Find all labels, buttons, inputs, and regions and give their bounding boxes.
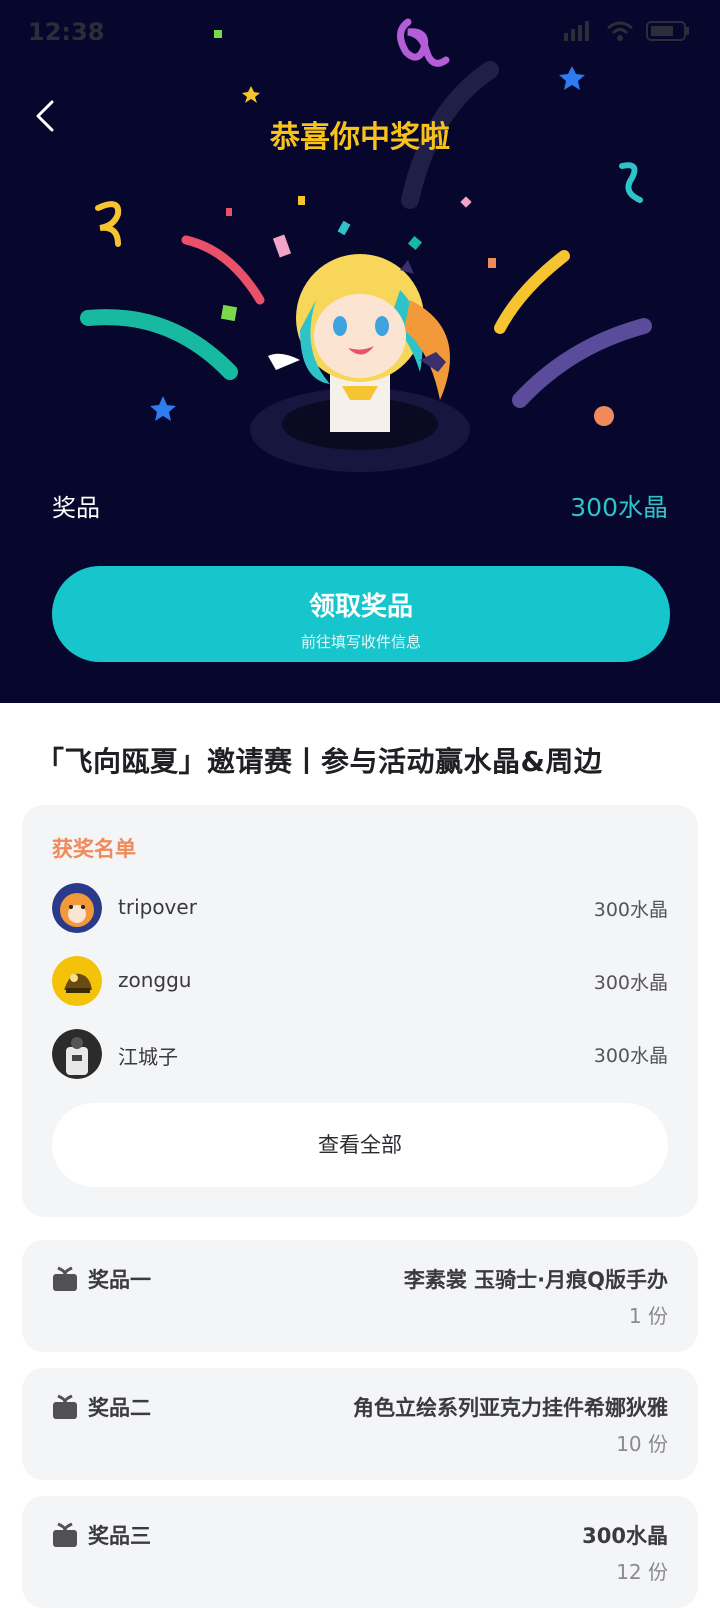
- claim-button-label: 领取奖品: [308, 592, 413, 622]
- winner-name: 江城子: [118, 1045, 178, 1069]
- winners-heading: 获奖名单: [52, 837, 136, 861]
- winner-row[interactable]: 江城子 300水晶: [52, 1029, 668, 1081]
- prize-item-card: 奖品一 李素裳 玉骑士·月痕Q版手办 1 份: [22, 1240, 698, 1352]
- gift-icon: [53, 1522, 77, 1547]
- winner-row[interactable]: tripover 300水晶: [52, 883, 668, 935]
- winners-card: 获奖名单 tripover 300水晶 zonggu 300水晶 江城子 300…: [22, 805, 698, 1217]
- prize-summary: 奖品 300水晶: [52, 488, 668, 524]
- event-title: 「飞向瓯夏」邀请赛丨参与活动赢水晶&周边: [36, 745, 603, 778]
- avatar: [52, 883, 102, 933]
- prize-item-name: 角色立绘系列亚克力挂件希娜狄雅: [353, 1396, 668, 1420]
- prize-value: 300水晶: [570, 493, 668, 522]
- gift-icon: [53, 1394, 77, 1419]
- winner-amount: 300水晶: [593, 972, 668, 994]
- claim-prize-button[interactable]: 领取奖品 前往填写收件信息: [52, 566, 670, 662]
- gift-icon: [53, 1266, 77, 1291]
- prize-item-label: 奖品一: [88, 1268, 151, 1292]
- prize-item-label: 奖品二: [88, 1396, 151, 1420]
- congrats-title: 恭喜你中奖啦: [270, 120, 450, 155]
- winner-amount: 300水晶: [593, 899, 668, 921]
- prize-item-card: 奖品三 300水晶 12 份: [22, 1496, 698, 1608]
- prize-item-count: 12 份: [616, 1560, 668, 1584]
- prize-item-name: 李素裳 玉骑士·月痕Q版手办: [403, 1268, 668, 1292]
- winner-amount: 300水晶: [593, 1045, 668, 1067]
- avatar: [52, 1029, 102, 1079]
- prize-item-card: 奖品二 角色立绘系列亚克力挂件希娜狄雅 10 份: [22, 1368, 698, 1480]
- avatar: [52, 956, 102, 1006]
- winner-name: tripover: [118, 895, 197, 919]
- prize-item-name: 300水晶: [582, 1524, 668, 1548]
- winner-name: zonggu: [118, 968, 192, 992]
- prize-item-count: 1 份: [628, 1304, 668, 1328]
- claim-button-sublabel: 前往填写收件信息: [300, 633, 421, 651]
- winner-row[interactable]: zonggu 300水晶: [52, 956, 668, 1008]
- celebration-banner: 12:38 恭喜你中奖啦 奖品 300水晶 领取奖品 前往填写收件信息: [0, 0, 720, 703]
- view-all-button[interactable]: 查看全部: [52, 1103, 668, 1187]
- prize-item-label: 奖品三: [88, 1524, 151, 1548]
- prize-item-count: 10 份: [616, 1432, 668, 1456]
- prize-label: 奖品: [52, 494, 100, 522]
